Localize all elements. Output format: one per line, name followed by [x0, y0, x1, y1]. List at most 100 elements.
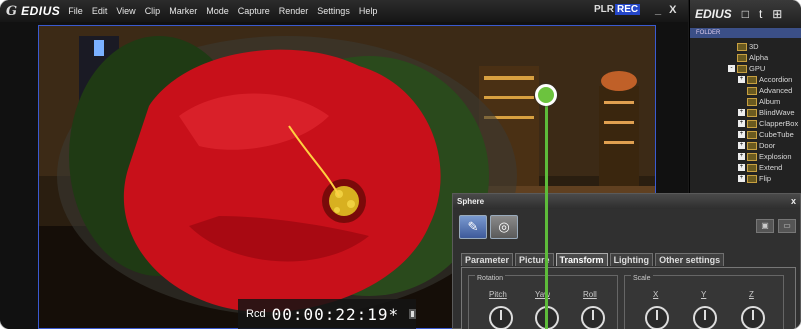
- player-mode-button[interactable]: PLR: [594, 4, 614, 15]
- folder-header: FOLDER: [690, 28, 801, 38]
- folder-icon[interactable]: □: [742, 7, 749, 21]
- menu-render[interactable]: Render: [279, 6, 309, 16]
- folder-icon: [747, 130, 757, 139]
- minimize-button[interactable]: _: [655, 4, 661, 16]
- tab-parameter[interactable]: Parameter: [461, 253, 514, 266]
- tree-item[interactable]: Album: [690, 96, 801, 107]
- recorder-mode-button[interactable]: REC: [615, 4, 641, 15]
- window-controls: _ X: [655, 4, 676, 16]
- tree-expander[interactable]: +: [738, 120, 745, 127]
- palette-icon[interactable]: ✎: [459, 215, 487, 239]
- tree-item[interactable]: + Flip: [690, 173, 801, 184]
- dialog-close-button[interactable]: x: [791, 194, 796, 209]
- tree-item-label: Extend: [759, 163, 783, 172]
- folder-icon: [747, 86, 757, 95]
- tab-lighting[interactable]: Lighting: [609, 253, 654, 266]
- menu-edit[interactable]: Edit: [92, 6, 108, 16]
- tab-other-settings[interactable]: Other settings: [655, 253, 725, 266]
- screenshot-frame: G EDIUS File Edit View Clip Marker Mode …: [0, 0, 801, 329]
- callout-line: [545, 94, 548, 329]
- folder-icon: [747, 152, 757, 161]
- tree-expander[interactable]: +: [738, 164, 745, 171]
- mode-switch: PLR REC: [594, 4, 641, 15]
- bin-title: EDIUS: [695, 7, 732, 21]
- tree-item-label: GPU: [749, 64, 766, 73]
- scale-group-title: Scale: [631, 275, 653, 282]
- scale-x-label: X: [653, 290, 659, 299]
- tree-item-label: 3D: [749, 42, 759, 51]
- tree-item[interactable]: 3D: [690, 41, 801, 52]
- folder-icon: [737, 53, 747, 62]
- menu-mode[interactable]: Mode: [206, 6, 229, 16]
- menu-settings[interactable]: Settings: [317, 6, 350, 16]
- tree-item-label: Album: [759, 97, 781, 106]
- video-icon[interactable]: ▭: [778, 219, 796, 233]
- tree-item[interactable]: + Accordion: [690, 74, 801, 85]
- menu-view[interactable]: View: [116, 6, 135, 16]
- dialog-title: Sphere: [457, 197, 485, 206]
- tree-expander[interactable]: +: [738, 142, 745, 149]
- scale-z-knob[interactable]: [741, 306, 765, 329]
- folder-icon: [747, 108, 757, 117]
- timecode-value: 00:00:22:19*: [271, 304, 400, 324]
- menu-marker[interactable]: Marker: [169, 6, 197, 16]
- tree-item[interactable]: + BlindWave: [690, 107, 801, 118]
- sphere-effect-dialog: Sphere x ✎ ◎ ▣ ▭ Parameter Picture Trans…: [452, 193, 801, 329]
- folder-icon: [737, 64, 747, 73]
- roll-label: Roll: [583, 290, 597, 299]
- tree-item[interactable]: Alpha: [690, 52, 801, 63]
- tree-item[interactable]: + Explosion: [690, 151, 801, 162]
- tree-item-label: ClapperBox: [759, 119, 799, 128]
- sphere-preview-icon[interactable]: ◎: [490, 215, 518, 239]
- app-name: EDIUS: [21, 4, 61, 18]
- text-tool-icon[interactable]: t: [759, 7, 762, 21]
- tree-expander[interactable]: +: [738, 153, 745, 160]
- roll-knob[interactable]: [581, 306, 605, 329]
- tree-item[interactable]: + Extend: [690, 162, 801, 173]
- tree-item-label: Alpha: [749, 53, 769, 62]
- scale-x-knob[interactable]: [645, 306, 669, 329]
- effect-icon[interactable]: ⊞: [772, 7, 782, 21]
- tree-item[interactable]: + ClapperBox: [690, 118, 801, 129]
- close-button[interactable]: X: [669, 4, 676, 16]
- camera-icon[interactable]: ▣: [756, 219, 774, 233]
- tree-expander[interactable]: +: [738, 131, 745, 138]
- tree-item-label: Door: [759, 141, 776, 150]
- tree-item-label: Explosion: [759, 152, 792, 161]
- tree-item[interactable]: + CubeTube: [690, 129, 801, 140]
- folder-icon: [747, 119, 757, 128]
- bin-toolbar: EDIUS □ t ⊞: [690, 0, 801, 28]
- tree-item[interactable]: - GPU: [690, 63, 801, 74]
- folder-tree: 3D Alpha - GPU + Accordion Advanced Album …: [690, 38, 801, 198]
- tab-transform[interactable]: Transform: [555, 253, 608, 266]
- folder-icon: [737, 42, 747, 51]
- tree-expander[interactable]: +: [738, 175, 745, 182]
- transform-tab-panel: Rotation Pitch Yaw Roll Scale X Y Z: [461, 267, 796, 329]
- preset-icons: ✎ ◎: [459, 215, 518, 239]
- tree-expander[interactable]: +: [738, 109, 745, 116]
- dialog-title-bar[interactable]: Sphere x: [453, 194, 800, 209]
- timecode-label: Rcd: [246, 308, 266, 320]
- pitch-knob[interactable]: [489, 306, 513, 329]
- menu-bar: G EDIUS File Edit View Clip Marker Mode …: [0, 0, 688, 22]
- main-menu: File Edit View Clip Marker Mode Capture …: [68, 6, 377, 16]
- scale-y-knob[interactable]: [693, 306, 717, 329]
- folder-icon: [747, 174, 757, 183]
- tree-item[interactable]: + Door: [690, 140, 801, 151]
- app-logo: G EDIUS: [0, 4, 60, 19]
- menu-capture[interactable]: Capture: [238, 6, 270, 16]
- menu-file[interactable]: File: [68, 6, 83, 16]
- stop-icon[interactable]: [409, 309, 416, 319]
- dialog-tabs: Parameter Picture Transform Lighting Oth…: [461, 253, 725, 266]
- folder-icon: [747, 97, 757, 106]
- tree-expander[interactable]: -: [728, 65, 735, 72]
- rotation-group: Rotation Pitch Yaw Roll: [468, 275, 618, 329]
- gv-logo-icon: G: [6, 3, 18, 19]
- tree-expander[interactable]: +: [738, 76, 745, 83]
- tree-item-label: Advanced: [759, 86, 793, 95]
- menu-clip[interactable]: Clip: [145, 6, 161, 16]
- folder-icon: [747, 163, 757, 172]
- tree-item[interactable]: Advanced: [690, 85, 801, 96]
- menu-help[interactable]: Help: [359, 6, 378, 16]
- rotation-group-title: Rotation: [475, 275, 506, 282]
